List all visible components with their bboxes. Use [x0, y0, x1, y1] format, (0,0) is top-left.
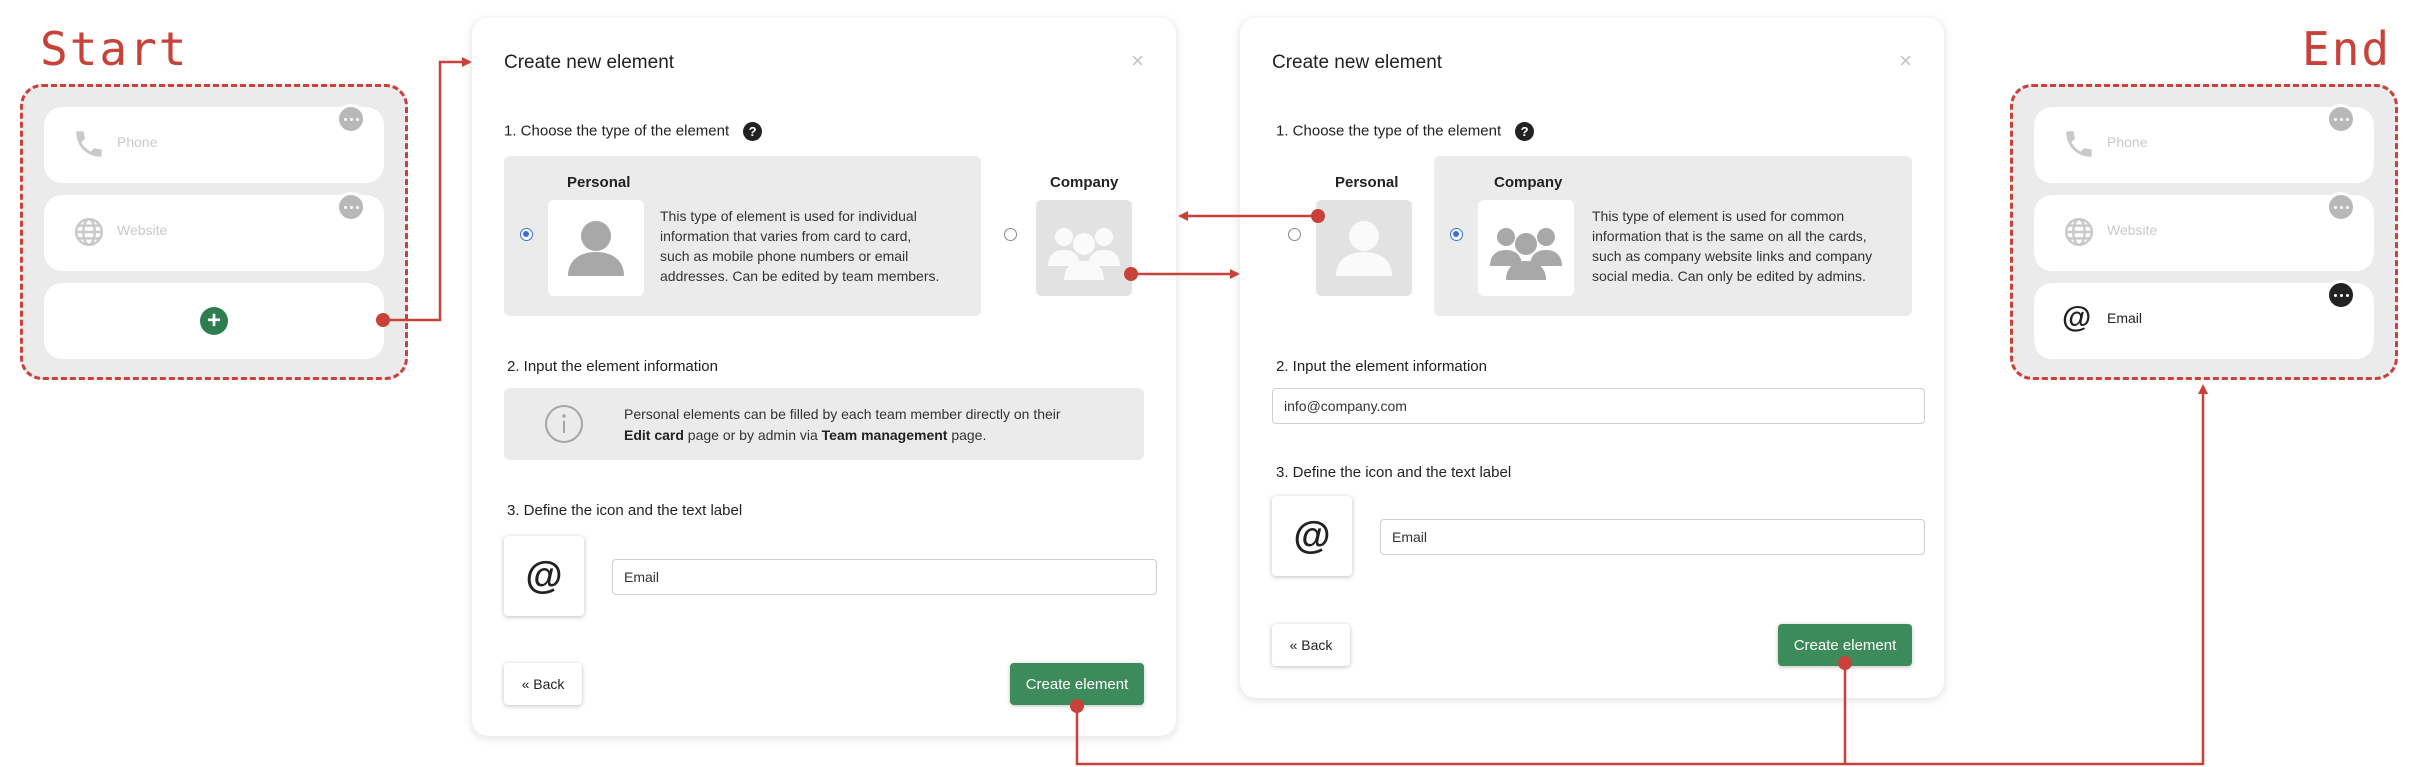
- connector-dot: [376, 313, 390, 327]
- connector-dot: [1070, 699, 1084, 713]
- connector-dot: [1124, 267, 1138, 281]
- arrow-start-to-modal: [383, 57, 472, 322]
- flow-connectors: [376, 57, 2208, 766]
- connector-dot: [1311, 209, 1325, 223]
- connector-dot: [1838, 656, 1852, 670]
- arrow-create-to-end: [1075, 384, 2208, 766]
